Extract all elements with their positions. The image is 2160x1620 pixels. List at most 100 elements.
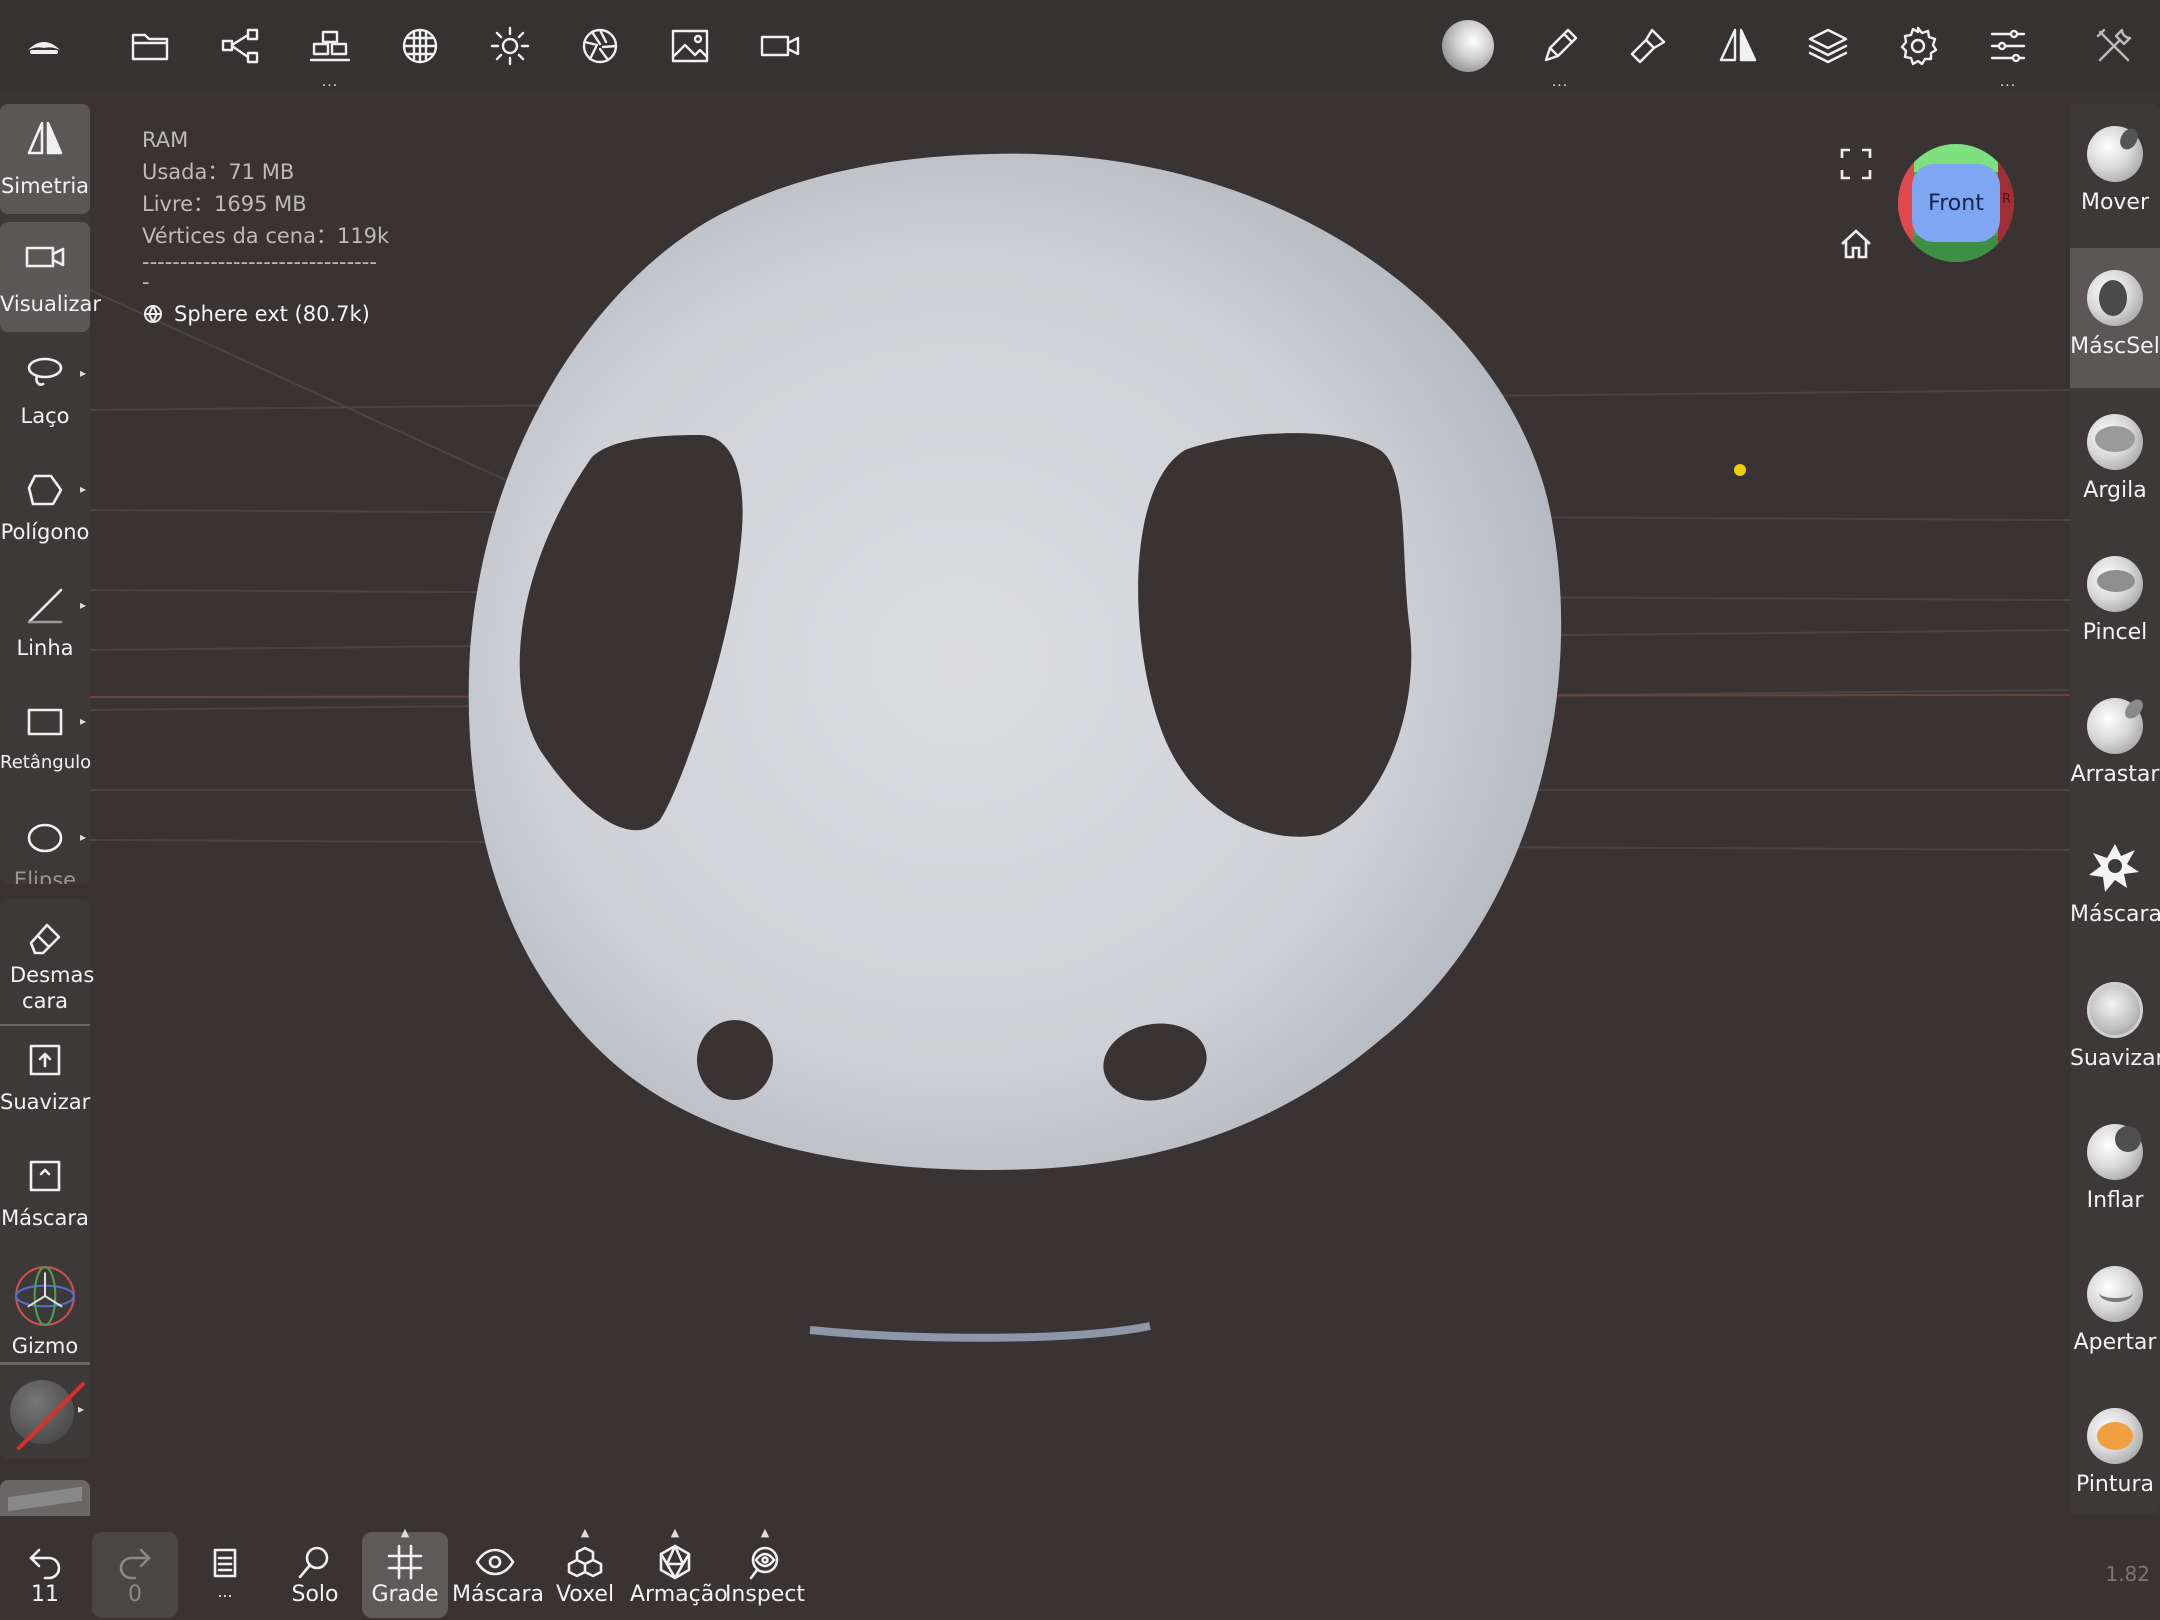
inspect-icon: [722, 1532, 808, 1582]
ram-free: Livre：1695 MB: [142, 192, 307, 216]
home-view-button[interactable]: [1836, 224, 1876, 264]
standard-brush-icon: [2087, 556, 2143, 612]
tools-icon[interactable]: [2086, 18, 2142, 74]
tool-label: Elipse: [13, 868, 77, 884]
solo-button[interactable]: Solo: [272, 1532, 358, 1618]
scene-info: RAM Usada：71 MB Livre：1695 MB Vértices d…: [142, 124, 389, 330]
matcap-icon[interactable]: [392, 18, 448, 74]
background-image-icon[interactable]: [662, 18, 718, 74]
mask-smooth-icon: [0, 1030, 90, 1090]
scene-graph-icon[interactable]: [212, 18, 268, 74]
bottom-label: Máscara: [452, 1582, 545, 1607]
history-button[interactable]: ...: [182, 1532, 268, 1618]
symmetry-icon[interactable]: [1710, 18, 1766, 74]
pinch-brush-icon: [2087, 1266, 2143, 1322]
brush-pencil-icon[interactable]: ...: [1532, 18, 1588, 90]
tool-label: Gizmo: [11, 1334, 79, 1358]
light-icon[interactable]: [482, 18, 538, 74]
gizmo-icon: [0, 1258, 90, 1334]
brush-label: MáscSel: [2070, 334, 2160, 359]
paint-brush-icon[interactable]: [1620, 18, 1676, 74]
tool-symmetry[interactable]: Simetria: [0, 104, 90, 214]
right-toolbar: Mover MáscSel Argila Pincel Arrastar Más…: [2070, 104, 2160, 1514]
document-icon: [182, 1532, 268, 1582]
search-icon: [272, 1532, 358, 1582]
polygon-icon: [0, 460, 90, 520]
mask-visibility-button[interactable]: Máscara: [452, 1532, 545, 1618]
tool-polygon[interactable]: ▸ Polígono: [0, 460, 90, 560]
brush-inflate[interactable]: Inflar: [2070, 1102, 2160, 1242]
app-logo-icon[interactable]: [16, 18, 72, 74]
material-sphere-icon[interactable]: [1440, 18, 1496, 74]
mask-brush-icon: [2087, 838, 2143, 894]
voxel-icon: [542, 1532, 628, 1582]
material-preview[interactable]: ▸: [10, 1380, 86, 1451]
brush-label: Apertar: [2073, 1330, 2157, 1355]
view-cube-front[interactable]: Front: [1912, 164, 2000, 242]
tool-mask-smooth[interactable]: Suavizar: [0, 1030, 90, 1130]
tool-label: Simetria: [0, 174, 90, 198]
folder-icon[interactable]: [122, 18, 178, 74]
submenu-arrow-icon: ▸: [79, 366, 86, 380]
more-dots: ...: [321, 74, 339, 90]
tool-rectangle[interactable]: ▸ Retângulo: [0, 692, 91, 792]
left-divider: [0, 1024, 90, 1026]
undo-button[interactable]: 11: [2, 1532, 88, 1618]
brush-clay[interactable]: Argila: [2070, 392, 2160, 532]
sculpt-mesh[interactable]: [468, 153, 1562, 1342]
tool-gizmo[interactable]: Gizmo: [0, 1258, 90, 1368]
inflate-brush-icon: [2087, 1124, 2143, 1180]
tool-view[interactable]: Visualizar: [0, 222, 102, 332]
selected-object[interactable]: Sphere ext (80.7k): [142, 298, 389, 330]
more-dots: ...: [1999, 74, 2017, 90]
symmetry-icon: [0, 104, 90, 174]
ellipse-icon: [0, 808, 90, 868]
brush-paint[interactable]: Pintura: [2070, 1386, 2160, 1514]
redo-button[interactable]: 0: [92, 1532, 178, 1618]
caret-up-icon: ▲: [670, 1526, 680, 1539]
tool-ellipse[interactable]: ▸ Elipse: [0, 808, 90, 884]
bottom-label: Grade: [371, 1582, 439, 1607]
object-name: Sphere ext (80.7k): [174, 302, 370, 326]
bottom-label: Solo: [291, 1582, 339, 1607]
brush-drag[interactable]: Arrastar: [2070, 676, 2160, 816]
tool-lasso[interactable]: ▸ Laço: [0, 344, 90, 444]
brush-pinch[interactable]: Apertar: [2070, 1244, 2160, 1384]
brush-label: Mover: [2080, 190, 2150, 215]
post-process-icon[interactable]: [572, 18, 628, 74]
brush-smooth[interactable]: Suavizar: [2070, 960, 2160, 1100]
voxel-button[interactable]: ▲ Voxel: [542, 1526, 628, 1618]
color-swatch[interactable]: [0, 1480, 90, 1516]
camera-icon[interactable]: [752, 18, 808, 74]
eye-icon: [452, 1532, 538, 1582]
inspect-button[interactable]: ▲ Inspect: [722, 1526, 808, 1618]
scene-objects-icon[interactable]: ...: [302, 18, 358, 90]
tool-label: Linha: [16, 636, 74, 660]
tool-settings-icon[interactable]: ...: [1980, 18, 2036, 90]
submenu-arrow-icon: ▸: [77, 1402, 84, 1416]
undo-count: 11: [31, 1582, 59, 1607]
view-cube[interactable]: Front R: [1898, 144, 2014, 262]
scene-vertices: Vértices da cena：119k: [142, 224, 390, 248]
fullscreen-button[interactable]: [1836, 144, 1876, 184]
grid-button[interactable]: ▲ Grade: [362, 1526, 448, 1618]
brush-standard[interactable]: Pincel: [2070, 534, 2160, 674]
tool-line[interactable]: ▸ Linha: [0, 576, 90, 676]
tool-label: Visualizar: [0, 292, 102, 316]
layers-icon[interactable]: [1800, 18, 1856, 74]
mask-select-brush-icon: [2087, 270, 2143, 326]
settings-icon[interactable]: [1890, 18, 1946, 74]
tool-label: Desmas cara: [10, 963, 95, 1013]
view-cube-right[interactable]: R: [2002, 192, 2011, 207]
brush-move[interactable]: Mover: [2070, 104, 2160, 244]
brush-mask[interactable]: Máscara: [2070, 816, 2160, 956]
ram-label: RAM: [142, 128, 189, 152]
wireframe-button[interactable]: ▲ Armação: [630, 1526, 728, 1618]
brush-mask-select[interactable]: MáscSel: [2070, 248, 2160, 388]
lasso-icon: [0, 344, 90, 404]
paint-brush-icon: [2087, 1408, 2143, 1464]
light-handle[interactable]: [1734, 464, 1746, 476]
caret-up-icon: ▲: [760, 1526, 770, 1539]
tool-mask-sharpen[interactable]: Máscara: [0, 1146, 90, 1246]
tool-unmask[interactable]: Desmas cara: [0, 912, 95, 1013]
